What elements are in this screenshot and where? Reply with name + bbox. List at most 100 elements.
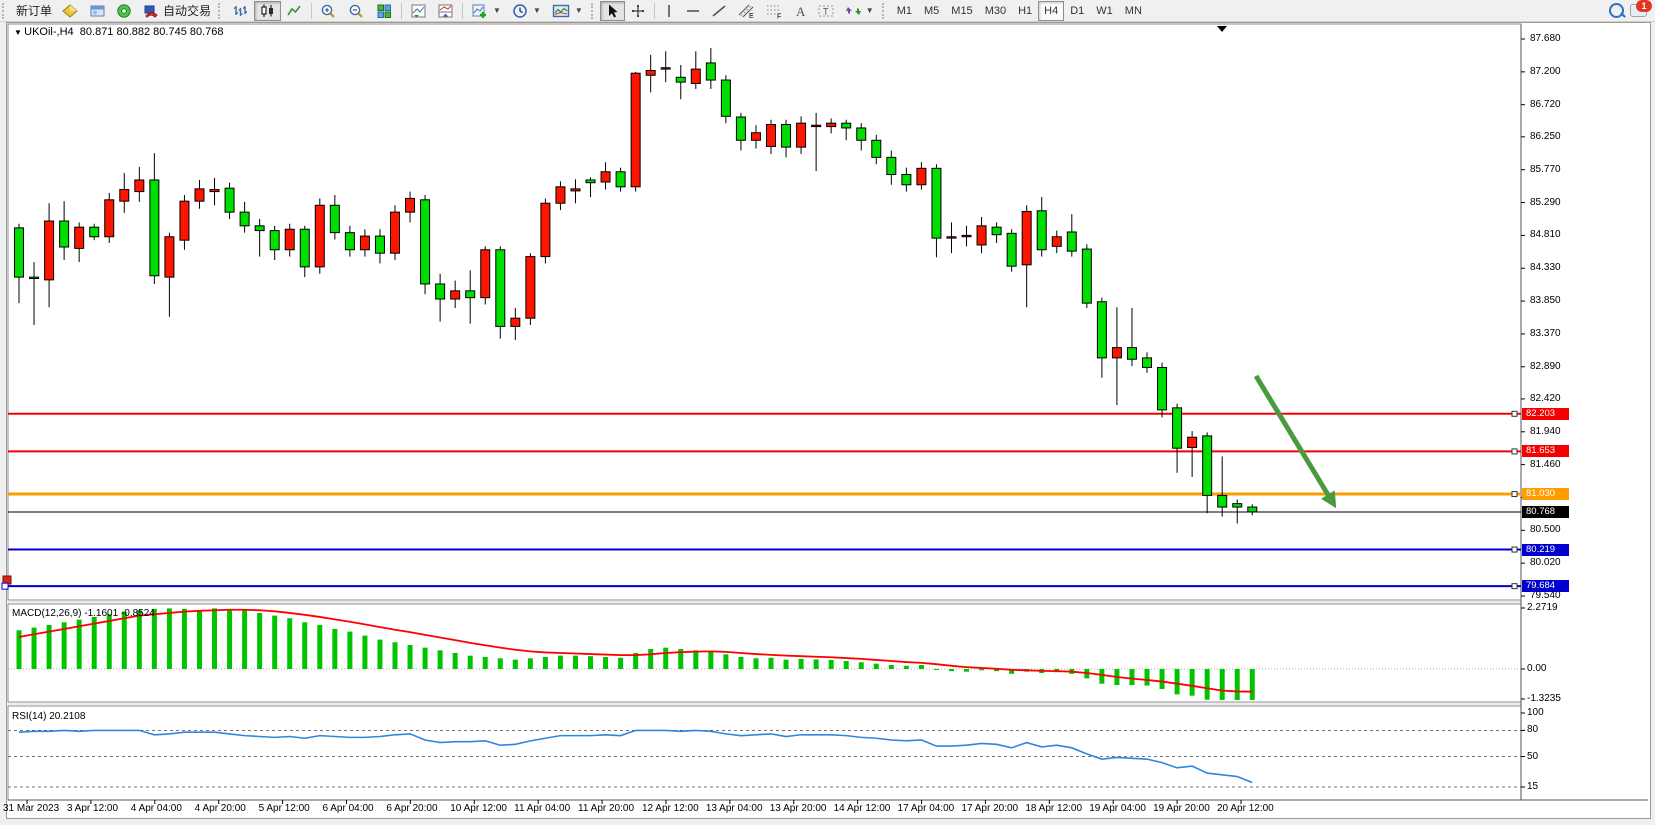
periods-clock-button[interactable]: ▼ [507,1,547,21]
candle[interactable] [1233,504,1242,507]
candle[interactable] [1097,302,1106,358]
candle[interactable] [1022,211,1031,264]
candle[interactable] [1173,408,1182,448]
deposit-diamond-icon[interactable] [57,1,84,21]
chevron-down-icon[interactable]: ▼ [492,6,502,15]
candle[interactable] [1143,358,1152,368]
candle[interactable] [45,221,54,280]
candle[interactable] [767,125,776,147]
candle[interactable] [135,180,144,192]
tile-windows-button[interactable] [371,1,398,21]
candle[interactable] [391,212,400,253]
equidistant-channel-button[interactable]: E [732,1,760,21]
candle[interactable] [15,228,24,277]
candle[interactable] [586,180,595,183]
line-anchor[interactable] [1512,449,1517,454]
toolbar-grip[interactable] [882,3,889,19]
candle[interactable] [120,190,129,202]
timeframe-MN[interactable]: MN [1119,1,1148,21]
candle[interactable] [225,188,234,212]
candle[interactable] [315,205,324,267]
candle[interactable] [1052,237,1061,247]
candle[interactable] [782,125,791,148]
candle[interactable] [180,201,189,240]
candle[interactable] [406,198,415,212]
candle[interactable] [330,205,339,232]
candle[interactable] [165,237,174,277]
candle[interactable] [360,236,369,250]
candle[interactable] [1037,211,1046,250]
candle[interactable] [616,172,625,187]
indicator-window-2-button[interactable] [432,1,459,21]
candle[interactable] [917,168,926,184]
candle[interactable] [1203,436,1212,496]
bar-chart-button[interactable] [227,1,254,21]
horizontal-line-button[interactable] [680,1,706,21]
candle[interactable] [300,229,309,267]
line-anchor[interactable] [1512,411,1517,416]
timeframe-M30[interactable]: M30 [979,1,1012,21]
candle[interactable] [1158,367,1167,409]
candle[interactable] [1248,507,1257,512]
timeframe-W1[interactable]: W1 [1090,1,1119,21]
vertical-line-button[interactable] [658,1,680,21]
candle[interactable] [1082,249,1091,303]
candle[interactable] [105,200,114,237]
candle[interactable] [1112,348,1121,358]
chart-menu-triangle-icon[interactable]: ▼ [14,28,24,37]
chart-canvas[interactable] [0,0,1655,825]
timeframe-H1[interactable]: H1 [1012,1,1038,21]
chevron-down-icon[interactable]: ▼ [532,6,542,15]
chart-template-button[interactable]: ▼ [547,1,589,21]
candle[interactable] [977,226,986,245]
candle[interactable] [721,80,730,116]
candle[interactable] [797,123,806,147]
zoom-in-button[interactable] [315,1,343,21]
candle[interactable] [751,133,760,141]
candle[interactable] [1127,348,1136,360]
candle[interactable] [601,172,610,182]
candlestick-chart-button[interactable] [254,1,281,21]
toolbar-grip[interactable] [2,3,9,19]
chevron-down-icon[interactable]: ▼ [574,6,584,15]
candle[interactable] [1188,437,1197,447]
toolbar-grip[interactable] [218,3,225,19]
text-label-button[interactable]: T [812,1,840,21]
notifications-icon[interactable]: 1 [1630,4,1647,17]
candle[interactable] [872,140,881,157]
crosshair-button[interactable] [625,1,651,21]
candle[interactable] [195,189,204,201]
line-anchor[interactable] [2,583,8,589]
candle[interactable] [270,231,279,250]
candle[interactable] [646,70,655,75]
candle[interactable] [842,123,851,128]
candle[interactable] [255,226,264,231]
indicator-window-1-button[interactable] [405,1,432,21]
fibonacci-button[interactable]: F [760,1,788,21]
candle[interactable] [736,117,745,140]
candle[interactable] [857,128,866,140]
candle[interactable] [421,200,430,284]
add-indicator-button[interactable]: ▼ [466,1,507,21]
chart-shift-marker[interactable] [1217,26,1227,32]
candle[interactable] [887,157,896,174]
sound-alerts-icon[interactable] [111,1,138,21]
candle[interactable] [812,125,821,126]
candle[interactable] [30,277,39,278]
candle[interactable] [947,237,956,238]
candle[interactable] [210,190,219,192]
candle[interactable] [240,212,249,226]
candle[interactable] [345,233,354,250]
candle[interactable] [541,203,550,256]
chevron-down-icon[interactable]: ▼ [865,6,875,15]
macd-pane[interactable] [8,604,1521,702]
candle[interactable] [676,77,685,82]
cursor-button[interactable] [600,1,625,21]
autotrade-button[interactable]: 自动交易 [138,1,216,21]
trend-line-button[interactable] [706,1,732,21]
new-order-button[interactable]: 新订单 [11,1,57,21]
timeframe-M1[interactable]: M1 [891,1,918,21]
zoom-out-button[interactable] [343,1,371,21]
main-pane[interactable] [8,24,1521,600]
candle[interactable] [451,291,460,299]
